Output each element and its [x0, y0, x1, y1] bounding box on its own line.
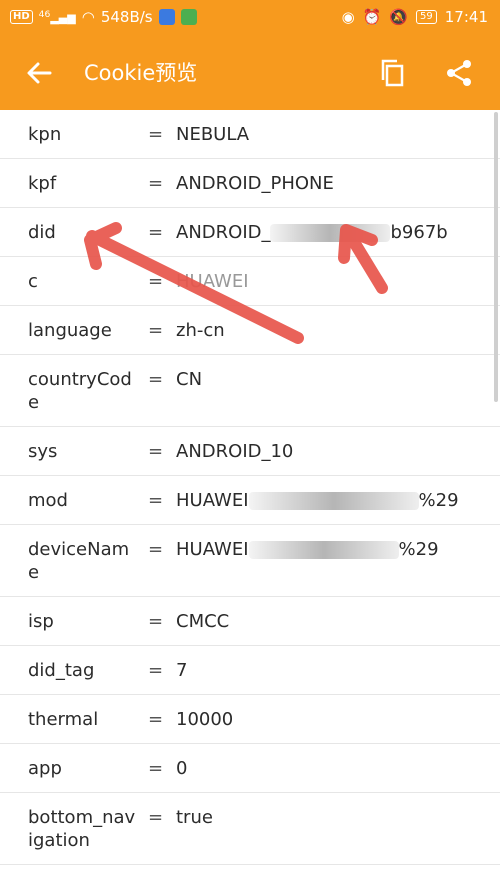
cookie-row-language: language = zh-cn [0, 306, 500, 355]
eye-icon: ◉ [341, 8, 355, 26]
cookie-row-kpn: kpn = NEBULA [0, 110, 500, 159]
cookie-row-sys: sys = ANDROID_10 [0, 427, 500, 476]
cookie-key: isp [28, 611, 54, 632]
cookie-value: ANDROID_ b967b [176, 221, 448, 244]
equals-sign: = [148, 441, 164, 462]
cookie-value: HUAWEI %29 [176, 538, 439, 561]
cookie-key: bottom_navigation [28, 807, 136, 851]
app-bar: Cookie预览 [0, 36, 500, 110]
cookie-key: kpn [28, 124, 62, 145]
cookie-key: did [28, 222, 56, 243]
cookie-value: true [176, 807, 213, 828]
cookie-key: deviceName [28, 539, 130, 583]
shield-app-icon [158, 9, 175, 25]
cookie-list: kpn = NEBULA kpf = ANDROID_PHONE did = A… [0, 110, 500, 865]
back-arrow-icon[interactable] [24, 58, 54, 88]
equals-sign: = [148, 758, 164, 779]
equals-sign: = [148, 320, 164, 341]
cookie-value: NEBULA [176, 124, 250, 145]
value-start: HUAWEI [176, 271, 249, 292]
copy-icon[interactable] [378, 58, 406, 88]
cookie-key: app [28, 758, 62, 779]
network-speed: 548B/s [100, 8, 153, 26]
cookie-value: HUAWEI %29 [176, 489, 459, 512]
cookie-key: mod [28, 490, 68, 511]
cookie-key: thermal [28, 709, 99, 730]
cookie-value: CMCC [176, 611, 230, 632]
cookie-key: did_tag [28, 660, 95, 681]
mute-icon: 🔕 [389, 8, 409, 26]
status-bar: HD 46▂▄▆ ◠ 548B/s ◉ ⏰ 🔕 59 17:41 [0, 0, 500, 36]
cookie-row-kpf: kpf = ANDROID_PHONE [0, 159, 500, 208]
cookie-value: ANDROID_PHONE [176, 173, 334, 194]
cookie-value: 7 [176, 660, 188, 681]
equals-sign: = [148, 173, 164, 194]
battery-icon: 59 [416, 10, 437, 24]
cookie-row-thermal: thermal = 10000 [0, 695, 500, 744]
value-start: HUAWEI [176, 539, 249, 560]
cookie-row-isp: isp = CMCC [0, 597, 500, 646]
cookie-value: CN [176, 369, 203, 390]
android-app-icon [180, 9, 197, 25]
cookie-value: 10000 [176, 709, 234, 730]
signal-icon: 46▂▄▆ [38, 9, 76, 25]
equals-sign: = [148, 807, 164, 828]
value-end: %29 [418, 490, 459, 511]
redaction-blur [248, 541, 399, 559]
value-start: ANDROID_ [176, 222, 271, 243]
equals-sign: = [148, 539, 164, 560]
redaction-blur [270, 224, 391, 242]
cookie-key: countryCode [28, 369, 132, 413]
cookie-row-mod: mod = HUAWEI %29 [0, 476, 500, 525]
cookie-key: kpf [28, 173, 57, 194]
cookie-row-countrycode: countryCode = CN [0, 355, 500, 427]
cookie-row-app: app = 0 [0, 744, 500, 793]
cookie-row-devicename: deviceName = HUAWEI %29 [0, 525, 500, 597]
cookie-value: zh-cn [176, 320, 225, 341]
alarm-icon: ⏰ [362, 8, 382, 26]
cookie-row-did: did = ANDROID_ b967b [0, 208, 500, 257]
wifi-icon: ◠ [81, 8, 95, 26]
equals-sign: = [148, 124, 164, 145]
hd-badge: HD [10, 10, 33, 24]
equals-sign: = [148, 271, 164, 292]
share-icon[interactable] [444, 58, 474, 88]
cookie-value: 0 [176, 758, 188, 779]
equals-sign: = [148, 611, 164, 632]
cookie-row-bottom-navigation: bottom_navigation = true [0, 793, 500, 865]
equals-sign: = [148, 490, 164, 511]
equals-sign: = [148, 222, 164, 243]
scrollbar[interactable] [494, 112, 498, 402]
page-title: Cookie预览 [84, 61, 198, 85]
cookie-key: c [28, 271, 38, 292]
equals-sign: = [148, 660, 164, 681]
value-start: HUAWEI [176, 490, 249, 511]
equals-sign: = [148, 709, 164, 730]
cookie-key: sys [28, 441, 58, 462]
equals-sign: = [148, 369, 164, 390]
cookie-value: HUAWEI [176, 270, 249, 293]
cookie-key: language [28, 320, 112, 341]
value-end: b967b [390, 222, 448, 243]
cookie-value: ANDROID_10 [176, 441, 294, 462]
clock: 17:41 [444, 8, 488, 26]
value-end: %29 [398, 539, 439, 560]
redaction-blur [248, 492, 419, 510]
cookie-row-did-tag: did_tag = 7 [0, 646, 500, 695]
cookie-row-c: c = HUAWEI [0, 257, 500, 306]
